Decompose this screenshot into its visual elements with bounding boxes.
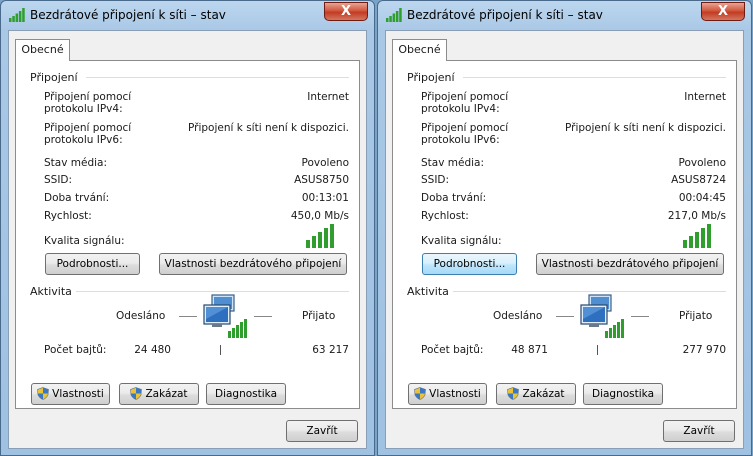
- diagnose-button[interactable]: Diagnostika: [206, 383, 286, 405]
- status-window-1: Bezdrátové připojení k síti – stav X Obe…: [0, 0, 375, 456]
- signal-strength-icon: [683, 224, 711, 248]
- wireless-properties-button[interactable]: Vlastnosti bezdrátového připojení: [536, 253, 724, 275]
- tab-panel: Připojení Připojení pomocí protokolu IPv4…: [15, 60, 360, 409]
- group-divider: [453, 291, 726, 292]
- speed-value: 217,0 Mb/s: [667, 210, 726, 222]
- uac-shield-icon: [130, 386, 143, 400]
- signal-bars-icon: [9, 8, 25, 22]
- speed-value: 450,0 Mb/s: [290, 210, 349, 222]
- ipv6-label: Připojení pomocí protokolu IPv6:: [44, 122, 132, 146]
- media-state-value: Povoleno: [301, 157, 349, 169]
- ipv4-label: Připojení pomocí protokolu IPv4:: [421, 91, 509, 115]
- status-window-2: Bezdrátové připojení k síti – stav X Obe…: [377, 0, 752, 456]
- disable-button[interactable]: Zakázat: [496, 383, 576, 405]
- tab-general[interactable]: Obecné: [392, 39, 447, 61]
- activity-line-left: [556, 316, 574, 317]
- close-window-button[interactable]: X: [701, 2, 745, 21]
- details-button[interactable]: Podrobnosti...: [45, 253, 140, 275]
- activity-group-label: Aktivita: [30, 285, 72, 298]
- dialog-client: Obecné Připojení Připojení pomocí protoko…: [8, 30, 367, 449]
- bytes-sent-value: 24 480: [134, 344, 171, 356]
- bytes-received-value: 63 217: [312, 344, 349, 356]
- uac-shield-icon: [37, 386, 49, 400]
- duration-value: 00:13:01: [301, 192, 349, 204]
- close-button[interactable]: Zavřít: [663, 420, 735, 442]
- byte-count-label: Počet bajtů:: [44, 344, 107, 356]
- signal-strength-icon: [306, 224, 334, 248]
- window-title: Bezdrátové připojení k síti – stav: [30, 8, 226, 22]
- media-state-value: Povoleno: [678, 157, 726, 169]
- dialog-client: Obecné Připojení Připojení pomocí protoko…: [385, 30, 744, 449]
- signal-bars-icon: [386, 8, 402, 22]
- received-label: Přijato: [302, 310, 336, 322]
- tab-panel: Připojení Připojení pomocí protokolu IPv4…: [392, 60, 737, 409]
- network-computers-icon: [580, 294, 624, 338]
- speed-label: Rychlost:: [421, 210, 469, 222]
- activity-group-label: Aktivita: [407, 285, 449, 298]
- signal-quality-label: Kvalita signálu:: [421, 235, 502, 247]
- activity-line-left: [179, 316, 197, 317]
- title-bar[interactable]: Bezdrátové připojení k síti – stav X: [1, 1, 374, 29]
- uac-shield-icon: [507, 386, 520, 400]
- ssid-label: SSID:: [44, 174, 73, 186]
- ipv6-value: Připojení k síti není k dispozici.: [565, 122, 726, 134]
- activity-line-right: [254, 316, 272, 317]
- group-divider: [463, 77, 726, 78]
- close-window-button[interactable]: X: [324, 2, 368, 21]
- sent-label: Odesláno: [116, 310, 166, 322]
- close-button[interactable]: Zavřít: [286, 420, 358, 442]
- title-bar[interactable]: Bezdrátové připojení k síti – stav X: [378, 1, 751, 29]
- properties-button[interactable]: Vlastnosti: [31, 383, 110, 405]
- sent-label: Odesláno: [493, 310, 543, 322]
- activity-tick: [597, 345, 598, 355]
- activity-tick: [220, 345, 221, 355]
- ipv6-value: Připojení k síti není k dispozici.: [188, 122, 349, 134]
- ssid-label: SSID:: [421, 174, 450, 186]
- details-button[interactable]: Podrobnosti...: [422, 253, 517, 275]
- byte-count-label: Počet bajtů:: [421, 344, 484, 356]
- duration-label: Doba trvání:: [421, 192, 487, 204]
- uac-shield-icon: [414, 386, 426, 400]
- group-divider: [76, 291, 349, 292]
- properties-button[interactable]: Vlastnosti: [408, 383, 487, 405]
- speed-label: Rychlost:: [44, 210, 92, 222]
- disable-button[interactable]: Zakázat: [119, 383, 199, 405]
- ipv4-value: Internet: [307, 91, 349, 103]
- ssid-value: ASUS8724: [671, 174, 726, 186]
- ipv4-label: Připojení pomocí protokolu IPv4:: [44, 91, 132, 115]
- connection-group-label: Připojení: [30, 71, 78, 84]
- network-computers-icon: [203, 294, 247, 338]
- duration-value: 00:04:45: [678, 192, 726, 204]
- media-state-label: Stav média:: [421, 157, 485, 169]
- diagnose-button[interactable]: Diagnostika: [583, 383, 663, 405]
- wireless-properties-button[interactable]: Vlastnosti bezdrátového připojení: [159, 253, 347, 275]
- window-title: Bezdrátové připojení k síti – stav: [407, 8, 603, 22]
- bytes-sent-value: 48 871: [511, 344, 548, 356]
- ipv4-value: Internet: [684, 91, 726, 103]
- media-state-label: Stav média:: [44, 157, 108, 169]
- received-label: Přijato: [679, 310, 713, 322]
- group-divider: [86, 77, 349, 78]
- tab-general[interactable]: Obecné: [15, 39, 70, 61]
- activity-line-right: [631, 316, 649, 317]
- signal-quality-label: Kvalita signálu:: [44, 235, 125, 247]
- bytes-received-value: 277 970: [682, 344, 726, 356]
- ipv6-label: Připojení pomocí protokolu IPv6:: [421, 122, 509, 146]
- connection-group-label: Připojení: [407, 71, 455, 84]
- ssid-value: ASUS8750: [294, 174, 349, 186]
- duration-label: Doba trvání:: [44, 192, 110, 204]
